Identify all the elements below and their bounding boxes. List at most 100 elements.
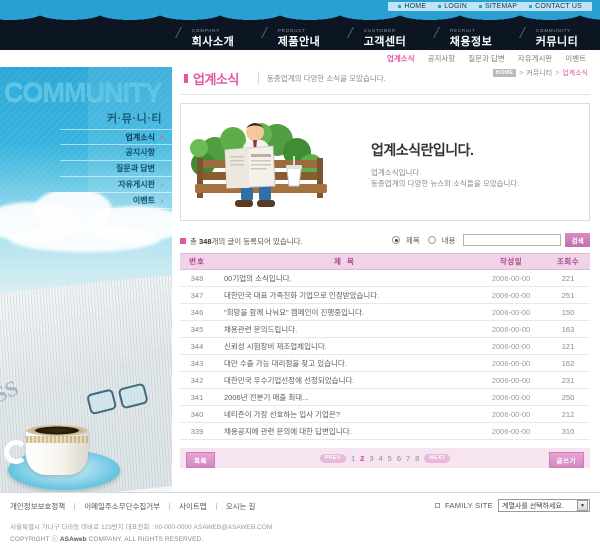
cell-title[interactable]: "희망을 함께 나눠요" 캠페인이 진행중입니다. — [214, 303, 476, 321]
cell-title[interactable]: 대한민국 대표 가족친화 기업으로 인정받았습니다. — [214, 286, 476, 304]
prev-page-button[interactable]: PREV — [319, 453, 346, 463]
cup-gold-band — [26, 436, 88, 443]
nav-item-product[interactable]: PRODUCT 제품안내 — [256, 27, 342, 50]
table-row[interactable]: 342 대한민국 우수기업선정에 선정되었습니다. 2006-00-00 231 — [180, 371, 590, 389]
main-navigation: COMPANY 회사소개 PRODUCT 제품안내 CUSTOMER 고객센터 … — [0, 14, 600, 50]
nav-item-list: COMPANY 회사소개 PRODUCT 제품안내 CUSTOMER 고객센터 … — [170, 27, 600, 50]
footer-address: 서울특별시 가나구 다라동 마바로 123번지 대표전화 : 00-000-00… — [10, 524, 273, 531]
utility-link-sitemap[interactable]: SITEMAP — [473, 3, 523, 10]
write-button[interactable]: 글쓰기 — [548, 452, 584, 468]
page-number-7[interactable]: 7 — [406, 454, 410, 463]
radio-search-title[interactable] — [391, 236, 400, 244]
table-row[interactable]: 344 신뢰성 시험장비 제조업체입니다. 2006-00-00 121 — [180, 337, 590, 355]
radio-search-content-label: 내용 — [441, 235, 456, 245]
nav-item-community[interactable]: COMMUNITY 커뮤니티 — [514, 27, 600, 50]
cell-hits: 251 — [546, 286, 590, 304]
cell-no: 347 — [180, 286, 214, 304]
sidebar-photo: SS — [0, 192, 172, 492]
sidebar-subtitle: 커·뮤·니·티 — [107, 113, 162, 125]
sidebar-item-notice-label: 공지사항 — [125, 148, 155, 157]
table-row[interactable]: 341 2006년 전분기 매출 최대... 2006-00-00 250 — [180, 388, 590, 406]
utility-link-login-label: LOGIN — [444, 3, 467, 10]
count-prefix: 총 — [190, 236, 199, 246]
table-row[interactable]: 346 "희망을 함께 나눠요" 캠페인이 진행중입니다. 2006-00-00… — [180, 303, 590, 321]
sidebar-item-free-board[interactable]: 자유게시판 — [60, 177, 172, 193]
subnav-item-event[interactable]: 이벤트 — [565, 53, 586, 64]
sidebar-item-qna-label: 질문과 답변 — [115, 164, 155, 173]
cell-title[interactable]: 00기업의 소식입니다. — [214, 269, 476, 287]
sub-navigation: 업계소식 공지사항 질문과 답변 자유게시판 이벤트 — [0, 50, 600, 67]
sidebar-item-notice[interactable]: 공지사항 — [60, 145, 172, 161]
breadcrumb-level2: 업계소식 — [562, 70, 588, 77]
table-row[interactable]: 343 대만 수출 가능 대리점을 찾고 있습니다. 2006-00-00 16… — [180, 354, 590, 372]
nav-item-customer[interactable]: CUSTOMER 고객센터 — [342, 27, 428, 50]
utility-link-home[interactable]: HOME — [392, 3, 432, 10]
cell-title[interactable]: 네티즌이 가장 선호하는 입사 기업은? — [214, 405, 476, 423]
footer-copyright: COPYRIGHT ⓒ ASAweb COMPANY, ALL RIGHTS R… — [10, 533, 203, 543]
next-page-button[interactable]: NEXT — [424, 453, 451, 463]
footer-link-sitemap[interactable]: 사이트맵 — [170, 501, 216, 512]
bullet-icon — [398, 5, 402, 8]
cell-title[interactable]: 대만 수출 가능 대리점을 찾고 있습니다. — [214, 354, 476, 372]
breadcrumb-separator: > — [519, 69, 524, 77]
cell-date: 2006-00-00 — [476, 405, 546, 423]
radio-search-content[interactable] — [427, 236, 436, 244]
page-number-2[interactable]: 2 — [360, 454, 364, 463]
family-site-select[interactable]: 계열사를 선택하세요. ▼ — [498, 499, 590, 512]
cell-date: 2006-00-00 — [476, 422, 546, 440]
footer-link-directions[interactable]: 오시는 길 — [217, 501, 265, 512]
column-header-no: 번호 — [180, 253, 214, 270]
copyright-brand: ASAweb — [59, 536, 87, 543]
table-row[interactable]: 347 대한민국 대표 가족친화 기업으로 인정받았습니다. 2006-00-0… — [180, 286, 590, 304]
subnav-item-free-board[interactable]: 자유게시판 — [518, 53, 553, 64]
subnav-item-qna[interactable]: 질문과 답변 — [468, 53, 505, 64]
utility-link-login[interactable]: LOGIN — [432, 3, 473, 10]
table-row[interactable]: 339 채용공지에 관련 문의에 대한 답변입니다. 2006-00-00 31… — [180, 422, 590, 440]
chevron-down-icon: ▼ — [577, 500, 588, 511]
sidebar-item-industry-news[interactable]: 업계소식 — [60, 129, 172, 145]
sidebar-item-free-board-label: 자유게시판 — [118, 180, 155, 189]
cell-title[interactable]: 채용관련 문의드립니다. — [214, 320, 476, 338]
page-number-1[interactable]: 1 — [351, 454, 355, 463]
table-row[interactable]: 345 채용관련 문의드립니다. 2006-00-00 163 — [180, 320, 590, 338]
table-head: 번호 제 목 작성일 조회수 — [180, 253, 590, 270]
breadcrumb-level1[interactable]: 커뮤니티 — [526, 68, 552, 78]
breadcrumb-home[interactable]: HOME — [492, 69, 517, 77]
search-input[interactable] — [463, 234, 562, 246]
nav-item-company[interactable]: COMPANY 회사소개 — [170, 27, 256, 50]
page-number-6[interactable]: 6 — [397, 454, 401, 463]
sidebar-item-qna[interactable]: 질문과 답변 — [60, 161, 172, 177]
page-number-5[interactable]: 5 — [388, 454, 392, 463]
cell-hits: 250 — [546, 388, 590, 406]
cell-title[interactable]: 채용공지에 관련 문의에 대한 답변입니다. — [214, 422, 476, 440]
cell-hits: 162 — [546, 354, 590, 372]
subnav-item-industry-news[interactable]: 업계소식 — [387, 53, 415, 64]
count-value: 348 — [198, 236, 212, 246]
left-sidebar: COMMUNITY 커·뮤·니·티 업계소식 공지사항 질문과 답변 자유게시판… — [0, 67, 172, 492]
search-button[interactable]: 검색 — [565, 233, 590, 247]
cell-no: 340 — [180, 405, 214, 423]
table-row[interactable]: 348 00기업의 소식입니다. 2006-00-00 221 — [180, 269, 590, 287]
footer-link-privacy[interactable]: 개인정보보호정책 — [10, 501, 74, 512]
page-number-4[interactable]: 4 — [378, 454, 382, 463]
page-number-8[interactable]: 8 — [415, 454, 419, 463]
table-header-row: 번호 제 목 작성일 조회수 — [180, 253, 590, 270]
table-row[interactable]: 340 네티즌이 가장 선호하는 입사 기업은? 2006-00-00 212 — [180, 405, 590, 423]
radio-search-title-label: 제목 — [405, 235, 420, 245]
nav-item-recruit[interactable]: RECRUIT 채용정보 — [428, 27, 514, 50]
breadcrumb: HOME > 커뮤니티 > 업계소식 — [492, 68, 588, 78]
cell-hits: 121 — [546, 337, 590, 355]
list-button[interactable]: 목록 — [186, 452, 215, 468]
cell-date: 2006-00-00 — [476, 337, 546, 355]
cell-title[interactable]: 대한민국 우수기업선정에 선정되었습니다. — [214, 371, 476, 389]
coffee-surface-shape — [26, 425, 88, 436]
utility-link-contact[interactable]: CONTACT US — [523, 3, 588, 10]
subnav-item-notice[interactable]: 공지사항 — [428, 53, 456, 64]
footer-link-email-reject[interactable]: 이메일주소무단수집거부 — [75, 501, 169, 512]
page-number-3[interactable]: 3 — [369, 454, 373, 463]
cell-title[interactable]: 신뢰성 시험장비 제조업체입니다. — [214, 337, 476, 355]
page-description: 동종업계의 다양한 소식을 모았습니다. — [267, 74, 386, 83]
top-utility-bar: HOME LOGIN SITEMAP CONTACT US — [0, 0, 600, 14]
cell-title[interactable]: 2006년 전분기 매출 최대... — [214, 388, 476, 406]
title-bullet-icon — [184, 74, 188, 83]
